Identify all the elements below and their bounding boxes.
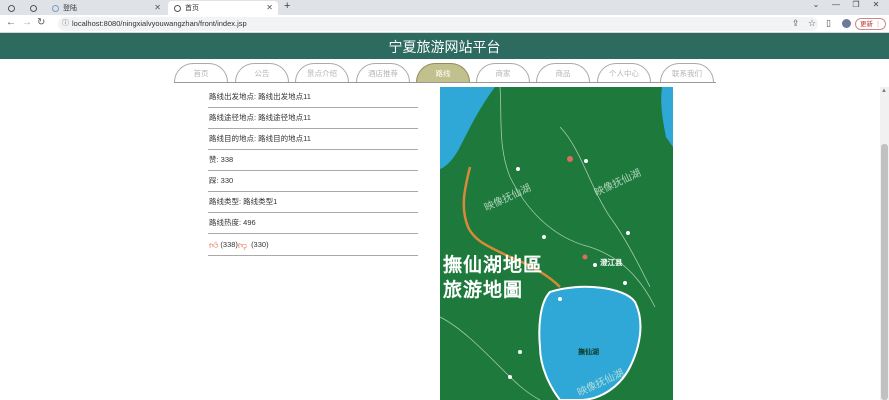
close-window-button[interactable]: ✕ <box>866 0 886 9</box>
site-info-icon[interactable]: ⓘ <box>62 17 69 31</box>
nav-notice[interactable]: 公告 <box>235 63 289 82</box>
nav-home[interactable]: 首页 <box>174 63 228 82</box>
browser-tab-bar: 登陆 ✕ 首页 ✕ + ⌄ — ❐ ✕ <box>0 0 889 15</box>
url-text: localhost:8080/ningxialvyouwangzhan/fron… <box>72 19 247 28</box>
tab-search-icon[interactable]: ⌄ <box>806 0 826 9</box>
map-lake-label: 撫仙湖 <box>578 349 599 356</box>
thumbs-down-icon[interactable]: 👎︎ <box>238 234 247 256</box>
map-graphic <box>440 87 673 400</box>
vote-bar: 👍︎ (338) 👎︎ (330) <box>208 234 418 256</box>
maximize-button[interactable]: ❐ <box>846 0 866 9</box>
sidebar-icon[interactable]: ▯ <box>826 18 831 29</box>
nav-user-center[interactable]: 个人中心 <box>597 63 651 82</box>
address-bar[interactable]: ⓘ localhost:8080/ningxialvyouwangzhan/fr… <box>58 17 818 31</box>
map-title-line2: 旅游地圖 <box>443 279 524 301</box>
route-detail-list: 路线出发地点: 路线出发地点11 路线途径地点: 路线途径地点11 路线目的地点… <box>208 87 418 256</box>
update-button[interactable]: 更新 ⋮ <box>855 18 887 30</box>
reload-icon[interactable]: ↻ <box>37 17 45 28</box>
map-title-line1: 撫仙湖地區 <box>443 254 544 276</box>
profile-avatar-icon[interactable] <box>842 19 851 28</box>
detail-row-type: 路线类型: 路线类型1 <box>208 192 418 213</box>
bookmark-star-icon[interactable]: ☆ <box>808 18 816 29</box>
scroll-up-icon[interactable]: ▲ <box>881 88 887 94</box>
tab-title: 登陆 <box>63 5 77 12</box>
nav-merchants[interactable]: 商家 <box>476 63 530 82</box>
tab-title: 首页 <box>185 5 199 12</box>
browser-tab-2[interactable] <box>24 1 44 15</box>
new-tab-button[interactable]: + <box>284 0 290 12</box>
nav-divider <box>174 82 716 83</box>
thumbs-up-icon[interactable]: 👍︎ <box>209 234 218 256</box>
share-icon[interactable]: ⇪ <box>792 18 800 29</box>
browser-toolbar: ← → ↻ ⓘ localhost:8080/ningxialvyouwangz… <box>0 15 889 33</box>
browser-tab-login[interactable]: 登陆 ✕ <box>46 1 166 15</box>
nav-routes[interactable]: 路线 <box>416 63 470 82</box>
detail-row-likes: 赞: 338 <box>208 150 418 171</box>
like-count: (338) <box>220 239 238 249</box>
nav-attractions[interactable]: 景点介绍 <box>295 63 349 82</box>
map-town-label: 澄江县 <box>600 258 623 267</box>
globe-icon <box>30 4 37 12</box>
route-map-image: 撫仙湖地區 旅游地圖 映像抚仙湖 映像抚仙湖 映像抚仙湖 撫仙湖 澄江县 <box>440 87 673 400</box>
site-title: 宁夏旅游网站平台 <box>388 40 501 56</box>
globe-icon <box>8 4 15 12</box>
forward-icon[interactable]: → <box>22 17 32 28</box>
detail-row-destination: 路线目的地点: 路线目的地点11 <box>208 129 418 150</box>
update-label: 更新 <box>860 21 873 28</box>
close-tab-icon[interactable]: ✕ <box>154 3 161 12</box>
scroll-thumb[interactable] <box>881 144 888 400</box>
nav-hotels[interactable]: 酒店推荐 <box>356 63 410 82</box>
detail-row-start: 路线出发地点: 路线出发地点11 <box>208 87 418 108</box>
globe-icon <box>174 4 181 12</box>
close-tab-icon[interactable]: ✕ <box>266 3 273 12</box>
nav-contact[interactable]: 联系我们 <box>660 63 714 82</box>
nav-products[interactable]: 商品 <box>536 63 590 82</box>
site-header: 宁夏旅游网站平台 <box>0 33 889 59</box>
detail-row-dislikes: 踩: 330 <box>208 171 418 192</box>
detail-row-via: 路线途径地点: 路线途径地点11 <box>208 108 418 129</box>
browser-tab-home[interactable]: 首页 ✕ <box>168 1 278 15</box>
back-icon[interactable]: ← <box>6 17 16 28</box>
detail-row-popularity: 路线热度: 496 <box>208 213 418 234</box>
page-scrollbar[interactable]: ▲ <box>880 87 889 400</box>
browser-tab-1[interactable] <box>2 1 22 15</box>
dislike-count: (330) <box>251 239 269 249</box>
minimize-button[interactable]: — <box>826 0 846 9</box>
page-icon <box>52 4 59 12</box>
